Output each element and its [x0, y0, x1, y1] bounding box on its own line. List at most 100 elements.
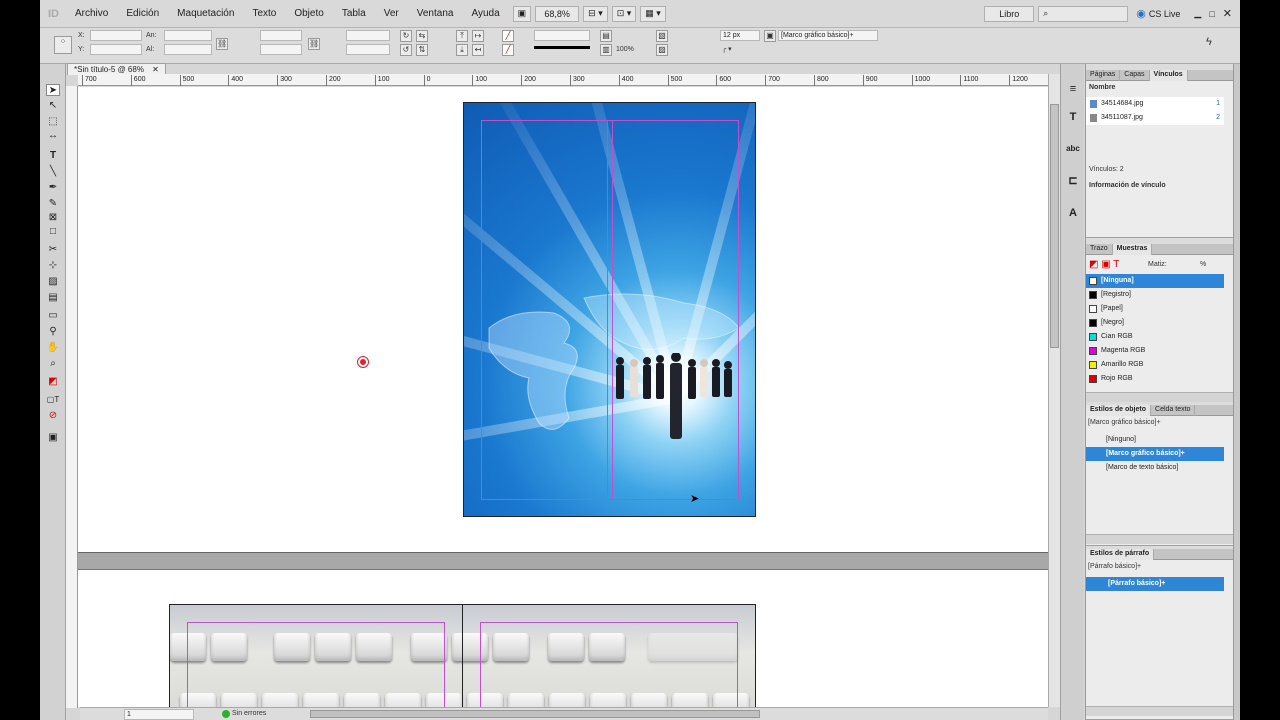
line-tool-icon[interactable]: ╲	[46, 166, 60, 178]
text-wrap-icon[interactable]: ▤	[600, 30, 612, 42]
swatch-row[interactable]: Magenta RGB	[1086, 344, 1224, 358]
arrange-documents-button[interactable]: ▦ ▾	[640, 5, 666, 22]
type-tool-icon[interactable]: T	[46, 150, 60, 162]
gradient-swatch-tool-icon[interactable]: ▨	[46, 276, 60, 288]
object-style-row-selected[interactable]: [Marco gráfico básico]+	[1086, 447, 1224, 461]
link-row[interactable]: 34511087.jpg 2	[1086, 111, 1224, 125]
fill-stroke-toggle-icon[interactable]: ◩ ▣ T	[1089, 259, 1119, 270]
apply-none-icon[interactable]: ⊘	[46, 410, 60, 422]
paragraph-style-row-selected[interactable]: [Párrafo básico]+	[1086, 577, 1224, 591]
rectangle-tool-icon[interactable]: □	[46, 226, 60, 238]
object-style-row[interactable]: [Ninguno]	[1086, 433, 1224, 447]
page-tool-icon[interactable]: ⬚	[46, 116, 60, 128]
menu-ventana[interactable]: Ventana	[408, 8, 463, 19]
minimize-button[interactable]: ▁	[1194, 8, 1201, 19]
select-next-icon[interactable]: ↦	[472, 30, 484, 42]
select-previous-icon[interactable]: ↤	[472, 44, 484, 56]
swatch-row[interactable]: [Registro]	[1086, 288, 1224, 302]
shear-field[interactable]	[346, 44, 390, 55]
search-field[interactable]: ⌕	[1038, 5, 1129, 22]
stroke-type-select[interactable]	[534, 46, 590, 54]
horizontal-scrollbar[interactable]	[310, 710, 760, 718]
character-panel-icon[interactable]: T	[1066, 110, 1080, 124]
bridge-button[interactable]: ▣	[512, 5, 532, 22]
menu-ver[interactable]: Ver	[375, 8, 408, 19]
gap-tool-icon[interactable]: ↔	[46, 130, 60, 142]
tab-estilos-parrafo[interactable]: Estilos de párrafo	[1086, 549, 1155, 560]
paragraph-panel-icon[interactable]: ≡	[1066, 82, 1080, 96]
object-style-row[interactable]: [Marco de texto básico]	[1086, 461, 1224, 475]
fill-swatch-icon[interactable]: ╱	[502, 30, 514, 42]
reference-point-icon[interactable]: ⁘	[54, 36, 72, 54]
stroke-swatch-icon[interactable]: ╱	[502, 44, 514, 56]
tab-trazo[interactable]: Trazo	[1086, 244, 1113, 255]
y-field[interactable]	[90, 44, 142, 55]
select-content-icon[interactable]: ⤓	[456, 44, 468, 56]
vertical-scrollbar[interactable]	[1048, 74, 1060, 707]
swatch-row-selected[interactable]: [Ninguna]	[1086, 274, 1224, 288]
lightning-icon[interactable]: ϟ	[1206, 36, 1212, 48]
close-tab-icon[interactable]: ✕	[152, 65, 159, 74]
direct-selection-tool-icon[interactable]: ↖	[46, 100, 60, 112]
vertical-ruler[interactable]	[66, 86, 78, 708]
scissors-tool-icon[interactable]: ✂	[46, 244, 60, 256]
constrain-scale-icon[interactable]: ⛓	[308, 38, 320, 50]
swatch-row[interactable]: Cian RGB	[1086, 330, 1224, 344]
tab-celda-texto[interactable]: Celda texto	[1151, 405, 1196, 416]
menu-tabla[interactable]: Tabla	[333, 8, 375, 19]
swatch-row[interactable]: [Papel]	[1086, 302, 1224, 316]
pencil-tool-icon[interactable]: ✎	[46, 198, 60, 210]
scale-y-field[interactable]	[260, 44, 302, 55]
tab-muestras[interactable]: Muestras	[1112, 244, 1153, 255]
select-container-icon[interactable]: ⤒	[456, 30, 468, 42]
stroke-align-icon[interactable]: ▧	[656, 30, 668, 42]
stroke-weight-field[interactable]: 12 px	[720, 30, 760, 41]
character-styles-panel-icon[interactable]: A	[1066, 206, 1080, 220]
x-field[interactable]	[90, 30, 142, 41]
menu-maquetacion[interactable]: Maquetación	[168, 8, 243, 19]
tab-vinculos[interactable]: Vínculos	[1149, 70, 1188, 81]
free-transform-tool-icon[interactable]: ⊹	[46, 260, 60, 272]
page-number-field[interactable]: 1	[124, 709, 194, 720]
menu-edicion[interactable]: Edición	[117, 8, 168, 19]
zoom-tool-icon[interactable]: ⌕	[46, 358, 60, 370]
text-wrap-panel-icon[interactable]: ⊏	[1066, 174, 1080, 188]
swatch-row[interactable]: [Negro]	[1086, 316, 1224, 330]
formatting-affects-icon[interactable]: ▢T	[46, 394, 60, 406]
tab-estilos-objeto[interactable]: Estilos de objeto	[1086, 405, 1152, 416]
frame-fitting-icon[interactable]: ▥	[600, 44, 612, 56]
width-field[interactable]	[164, 30, 212, 41]
stroke-weight-select[interactable]	[534, 30, 590, 41]
link-info-header[interactable]: Información de vínculo	[1089, 182, 1166, 189]
corner-shape-icon[interactable]: ╭ ▾	[722, 45, 732, 53]
selection-tool-icon[interactable]: ➤	[46, 84, 60, 96]
constrain-proportions-icon[interactable]: ⛓	[216, 38, 228, 50]
swatch-row[interactable]: Amarillo RGB	[1086, 358, 1224, 372]
screen-mode-button[interactable]: ⊡ ▾	[611, 5, 637, 22]
page-2-keyboard-image[interactable]	[169, 604, 756, 707]
preflight-status[interactable]: Sin errores	[232, 710, 266, 717]
swatch-row[interactable]: Rojo RGB	[1086, 372, 1224, 386]
screen-mode-icon[interactable]: ▣	[46, 432, 60, 444]
spelling-panel-icon[interactable]: abc	[1066, 142, 1080, 156]
page-1-cover-image[interactable]	[463, 102, 756, 517]
link-row[interactable]: 34514684.jpg 1	[1086, 97, 1224, 111]
eyedropper-tool-icon[interactable]: ⚲	[46, 326, 60, 338]
rotate-cw-icon[interactable]: ↻	[400, 30, 412, 42]
rotation-field[interactable]	[346, 30, 390, 41]
tab-capas[interactable]: Capas	[1120, 70, 1150, 81]
flip-vertical-icon[interactable]: ⇅	[416, 44, 428, 56]
close-button[interactable]: ✕	[1223, 7, 1232, 20]
hand-tool-icon[interactable]: ✋	[46, 342, 60, 354]
object-style-select[interactable]: [Marco gráfico básico]+	[778, 30, 878, 41]
rectangle-frame-tool-icon[interactable]: ⊠	[46, 212, 60, 224]
tab-paginas[interactable]: Páginas	[1086, 70, 1121, 81]
fill-stroke-icon[interactable]: ◩	[46, 376, 60, 388]
maximize-button[interactable]: □	[1209, 9, 1214, 19]
menu-texto[interactable]: Texto	[243, 8, 285, 19]
flip-horizontal-icon[interactable]: ⇆	[416, 30, 428, 42]
cslive-button[interactable]: CS Live	[1149, 9, 1181, 19]
vertical-scroll-thumb[interactable]	[1050, 104, 1059, 348]
view-options-button[interactable]: ⊟ ▾	[583, 5, 608, 22]
gradient-feather-tool-icon[interactable]: ▤	[46, 292, 60, 304]
